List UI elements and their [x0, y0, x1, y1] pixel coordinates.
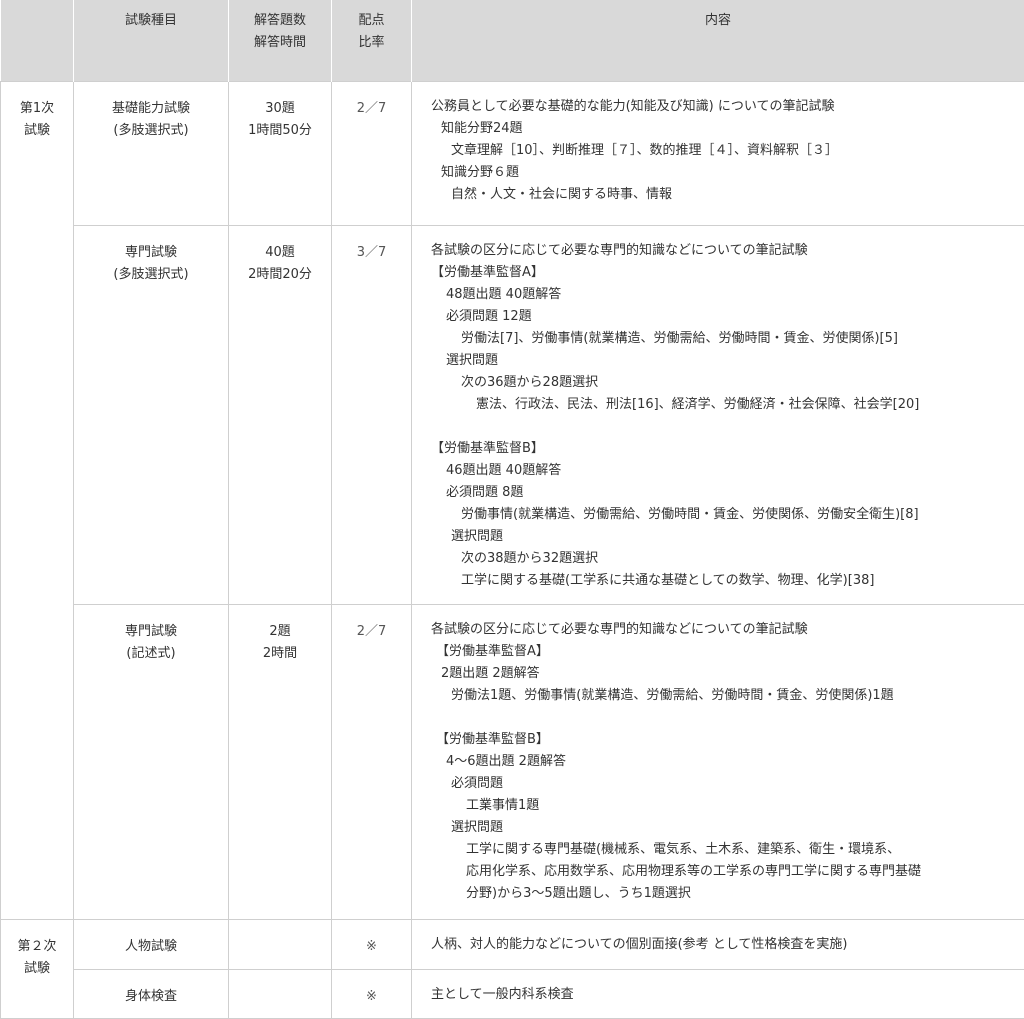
content-line: 2題出題 2題解答	[431, 663, 1016, 685]
content-line: 【労働基準監督B】	[431, 729, 1016, 751]
count-time-cell: 2題2時間	[229, 605, 332, 920]
content-line: 労働法1題、労働事情(就業構造、労働需給、労働時間・賃金、労使関係)1題	[431, 685, 1016, 707]
header-exam-type: 試験種目	[74, 0, 229, 82]
content-line: 【労働基準監督A】	[431, 641, 1016, 663]
content-line: 工業事情1題	[431, 795, 1016, 817]
content-line: 憲法、行政法、民法、刑法[16]、経済学、労働経済・社会保障、社会学[20]	[431, 394, 1016, 416]
content-line: 次の36題から28題選択	[431, 372, 1016, 394]
content-line: 48題出題 40題解答	[431, 284, 1016, 306]
header-count-time: 解答題数解答時間	[229, 0, 332, 82]
count-time-cell: 30題1時間50分	[229, 82, 332, 226]
content-line: 必須問題	[431, 773, 1016, 795]
content-line: 工学に関する基礎(工学系に共通な基礎としての数学、物理、化学)[38]	[431, 570, 1016, 592]
cell-text-line: 身体検査	[75, 986, 227, 1008]
exam-name-cell: 専門試験(多肢選択式)	[74, 226, 229, 605]
cell-text-line: 内容	[416, 10, 1020, 32]
cell-text-line: 2時間20分	[230, 264, 330, 286]
cell-text-line: 専門試験	[75, 621, 227, 643]
cell-text-line: 30題	[230, 98, 330, 120]
content-line: 選択問題	[431, 350, 1016, 372]
content-cell: 人柄、対人的能力などについての個別面接(参考 として性格検査を実施)	[412, 920, 1024, 970]
cell-text-line: 2題	[230, 621, 330, 643]
stage-cell: 第1次試験	[1, 82, 74, 920]
content-line: 分野)から3～5題出題し、うち1題選択	[431, 883, 1016, 905]
content-line: 必須問題 12題	[431, 306, 1016, 328]
cell-text-line: 人物試験	[75, 936, 227, 958]
content-line: 公務員として必要な基礎的な能力(知能及び知識) についての筆記試験	[431, 96, 1016, 118]
cell-text-line: 解答時間	[233, 32, 327, 54]
cell-text-line: 配点	[336, 10, 407, 32]
ratio-cell: 2／7	[332, 605, 412, 920]
cell-text-line: (多肢選択式)	[75, 264, 227, 286]
content-line: 労働事情(就業構造、労働需給、労働時間・賃金、労使関係、労働安全衛生)[8]	[431, 504, 1016, 526]
cell-text-line: 専門試験	[75, 242, 227, 264]
exam-name-cell: 身体検査	[74, 970, 229, 1019]
content-line: 46題出題 40題解答	[431, 460, 1016, 482]
content-line: 必須問題 8題	[431, 482, 1016, 504]
content-line	[431, 707, 1016, 729]
content-line: 各試験の区分に応じて必要な専門的知識などについての筆記試験	[431, 619, 1016, 641]
cell-text-line: 2／7	[333, 98, 410, 120]
cell-text-line: ※	[333, 936, 410, 958]
content-line: 労働法[7]、労働事情(就業構造、労働需給、労働時間・賃金、労使関係)[5]	[431, 328, 1016, 350]
content-line: 選択問題	[431, 817, 1016, 839]
content-line	[431, 416, 1016, 438]
cell-text-line: ※	[333, 986, 410, 1008]
cell-text-line: 第1次	[2, 98, 72, 120]
table-row: 第２次試験 人物試験 ※ 人柄、対人的能力などについての個別面接(参考 として性…	[1, 920, 1024, 970]
count-time-cell: 40題2時間20分	[229, 226, 332, 605]
count-time-cell	[229, 970, 332, 1019]
header-stage	[1, 0, 74, 82]
header-content: 内容	[412, 0, 1024, 82]
cell-text-line: 試験	[2, 120, 72, 142]
count-time-cell	[229, 920, 332, 970]
content-line: 自然・人文・社会に関する時事、情報	[431, 184, 1016, 206]
cell-text-line: 比率	[336, 32, 407, 54]
content-line: 人柄、対人的能力などについての個別面接(参考 として性格検査を実施)	[431, 934, 1016, 956]
cell-text-line: (記述式)	[75, 643, 227, 665]
cell-text-line: 2時間	[230, 643, 330, 665]
content-line: 知能分野24題	[431, 118, 1016, 140]
exam-name-cell: 人物試験	[74, 920, 229, 970]
content-line: 主として一般内科系検査	[431, 984, 1016, 1006]
cell-text-line: 試験種目	[78, 10, 224, 32]
header-ratio: 配点比率	[332, 0, 412, 82]
content-line: 知識分野６題	[431, 162, 1016, 184]
content-cell: 各試験の区分に応じて必要な専門的知識などについての筆記試験【労働基準監督A】48…	[412, 226, 1024, 605]
content-line: 工学に関する専門基礎(機械系、電気系、土木系、建築系、衛生・環境系、	[431, 839, 1016, 861]
table-header-row: 試験種目 解答題数解答時間 配点比率 内容	[1, 0, 1024, 82]
ratio-cell: ※	[332, 970, 412, 1019]
table-row: 第1次試験 基礎能力試験(多肢選択式) 30題1時間50分 2／7 公務員として…	[1, 82, 1024, 226]
cell-text-line: 第２次	[2, 936, 72, 958]
content-line: 各試験の区分に応じて必要な専門的知識などについての筆記試験	[431, 240, 1016, 262]
cell-text-line: 基礎能力試験	[75, 98, 227, 120]
table-row: 専門試験(多肢選択式) 40題2時間20分 3／7 各試験の区分に応じて必要な専…	[1, 226, 1024, 605]
content-line: 文章理解［10］、判断推理［７］、数的推理［４］、資料解釈［３］	[431, 140, 1016, 162]
cell-text-line: 40題	[230, 242, 330, 264]
cell-text-line: 1時間50分	[230, 120, 330, 142]
cell-text-line: 3／7	[333, 242, 410, 264]
content-cell: 主として一般内科系検査	[412, 970, 1024, 1019]
content-line: 【労働基準監督A】	[431, 262, 1016, 284]
exam-name-cell: 基礎能力試験(多肢選択式)	[74, 82, 229, 226]
content-cell: 公務員として必要な基礎的な能力(知能及び知識) についての筆記試験知能分野24題…	[412, 82, 1024, 226]
cell-text-line: (多肢選択式)	[75, 120, 227, 142]
cell-text-line: 解答題数	[233, 10, 327, 32]
ratio-cell: ※	[332, 920, 412, 970]
stage-cell: 第２次試験	[1, 920, 74, 1019]
ratio-cell: 2／7	[332, 82, 412, 226]
ratio-cell: 3／7	[332, 226, 412, 605]
content-line: 【労働基準監督B】	[431, 438, 1016, 460]
table-row: 専門試験(記述式) 2題2時間 2／7 各試験の区分に応じて必要な専門的知識など…	[1, 605, 1024, 920]
content-cell: 各試験の区分に応じて必要な専門的知識などについての筆記試験【労働基準監督A】2題…	[412, 605, 1024, 920]
content-line: 次の38題から32題選択	[431, 548, 1016, 570]
content-line: 4～6題出題 2題解答	[431, 751, 1016, 773]
cell-text-line: 試験	[2, 958, 72, 980]
table-row: 身体検査 ※ 主として一般内科系検査	[1, 970, 1024, 1019]
exam-name-cell: 専門試験(記述式)	[74, 605, 229, 920]
content-line: 選択問題	[431, 526, 1016, 548]
cell-text-line: 2／7	[333, 621, 410, 643]
content-line: 応用化学系、応用数学系、応用物理系等の工学系の専門工学に関する専門基礎	[431, 861, 1016, 883]
exam-table: 試験種目 解答題数解答時間 配点比率 内容 第1次試験 基礎能力試験(多肢選択式…	[0, 0, 1024, 1019]
